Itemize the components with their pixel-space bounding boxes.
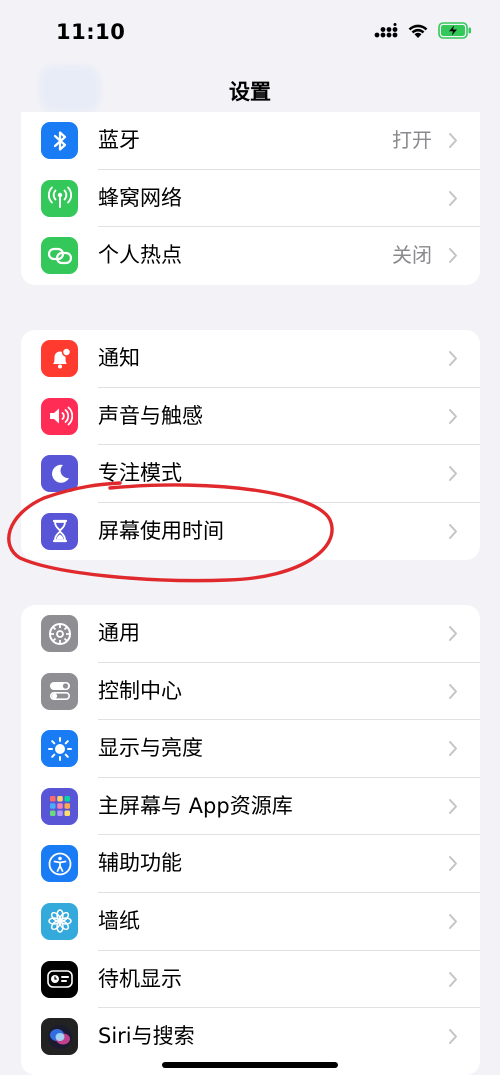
- app-grid-icon: [41, 787, 78, 825]
- speaker-icon: [41, 397, 78, 435]
- status-icons: [374, 22, 472, 39]
- page-title: 设置: [229, 80, 271, 104]
- settings-row-siri[interactable]: Siri与搜索: [21, 1008, 480, 1066]
- settings-row-sounds[interactable]: 声音与触感: [21, 388, 480, 446]
- settings-row-label: 主屏幕与 App资源库: [98, 793, 293, 818]
- settings-row-label: 辅助功能: [98, 851, 182, 876]
- chevron-right-icon: [449, 741, 457, 757]
- nav-bar: 设置: [0, 66, 500, 114]
- flower-icon: [41, 902, 78, 940]
- settings-row-label: 通知: [98, 346, 140, 370]
- accessibility-icon: [41, 845, 78, 883]
- settings-row-label: 蜂窝网络: [98, 185, 182, 210]
- settings-row-label: 专注模式: [98, 461, 182, 486]
- bell-icon: [41, 340, 78, 377]
- settings-row-focus[interactable]: 专注模式: [21, 445, 480, 503]
- link-icon: [41, 237, 78, 275]
- settings-row-label: 屏幕使用时间: [98, 518, 224, 543]
- settings-row-home-screen[interactable]: 主屏幕与 App资源库: [21, 778, 480, 836]
- settings-row-label: 控制中心: [98, 678, 182, 703]
- settings-row-label: 待机显示: [98, 966, 182, 991]
- cellular-signal-icon: [374, 22, 398, 37]
- toggles-icon: [41, 672, 78, 710]
- home-indicator: [162, 1062, 338, 1068]
- chevron-right-icon: [449, 466, 457, 482]
- settings-row-label: 通用: [98, 621, 140, 645]
- moon-icon: [41, 455, 78, 493]
- sun-icon: [41, 730, 78, 768]
- settings-group-general: 通用 控制中心 显示与亮度 主屏幕与 App资源库 辅助功能 墙纸 待机显示 S…: [21, 605, 480, 1075]
- siri-icon: [41, 1018, 78, 1056]
- chevron-right-icon: [449, 798, 457, 814]
- chevron-right-icon: [449, 190, 457, 206]
- settings-row-label: Siri与搜索: [98, 1024, 195, 1049]
- settings-row-control-center[interactable]: 控制中心: [21, 663, 480, 721]
- settings-row-wallpaper[interactable]: 墙纸: [21, 893, 480, 951]
- settings-row-screen-time[interactable]: 屏幕使用时间: [21, 503, 480, 560]
- chevron-right-icon: [449, 683, 457, 699]
- settings-group-notifications: 通知 声音与触感 专注模式 屏幕使用时间: [21, 330, 480, 560]
- hourglass-icon: [41, 512, 78, 550]
- chevron-right-icon: [449, 133, 457, 148]
- settings-row-standby[interactable]: 待机显示: [21, 951, 480, 1009]
- bluetooth-status-value: 打开: [392, 128, 432, 152]
- chevron-right-icon: [449, 248, 457, 264]
- chevron-right-icon: [449, 971, 457, 987]
- battery-charging-icon: [438, 22, 471, 39]
- gear-icon: [41, 615, 78, 652]
- settings-row-notifications[interactable]: 通知: [21, 330, 480, 388]
- settings-row-label: 墙纸: [98, 908, 140, 933]
- settings-row-accessibility[interactable]: 辅助功能: [21, 835, 480, 893]
- antenna-icon: [41, 179, 78, 217]
- settings-row-label: 个人热点: [98, 243, 182, 268]
- chevron-right-icon: [449, 913, 457, 929]
- chevron-right-icon: [449, 523, 457, 539]
- wifi-icon: [408, 24, 428, 38]
- chevron-right-icon: [449, 408, 457, 424]
- status-time: 11:10: [56, 20, 126, 44]
- chevron-right-icon: [449, 856, 457, 872]
- settings-row-hotspot[interactable]: 个人热点 关闭: [21, 227, 480, 285]
- settings-row-bluetooth[interactable]: 蓝牙 打开: [21, 112, 480, 170]
- hotspot-status-value: 关闭: [392, 243, 432, 268]
- settings-row-label: 显示与亮度: [98, 736, 203, 761]
- settings-row-label: 声音与触感: [98, 403, 203, 428]
- settings-row-cellular[interactable]: 蜂窝网络: [21, 170, 480, 228]
- settings-row-display[interactable]: 显示与亮度: [21, 720, 480, 778]
- chevron-right-icon: [449, 626, 457, 641]
- settings-row-general[interactable]: 通用: [21, 605, 480, 663]
- settings-row-label: 蓝牙: [98, 128, 140, 152]
- settings-group-connectivity: 蓝牙 打开 蜂窝网络 个人热点 关闭: [21, 112, 480, 285]
- standby-icon: [41, 960, 78, 998]
- bluetooth-icon: [41, 122, 78, 159]
- chevron-right-icon: [449, 1029, 457, 1045]
- status-bar: 11:10: [0, 0, 500, 66]
- chevron-right-icon: [449, 351, 457, 366]
